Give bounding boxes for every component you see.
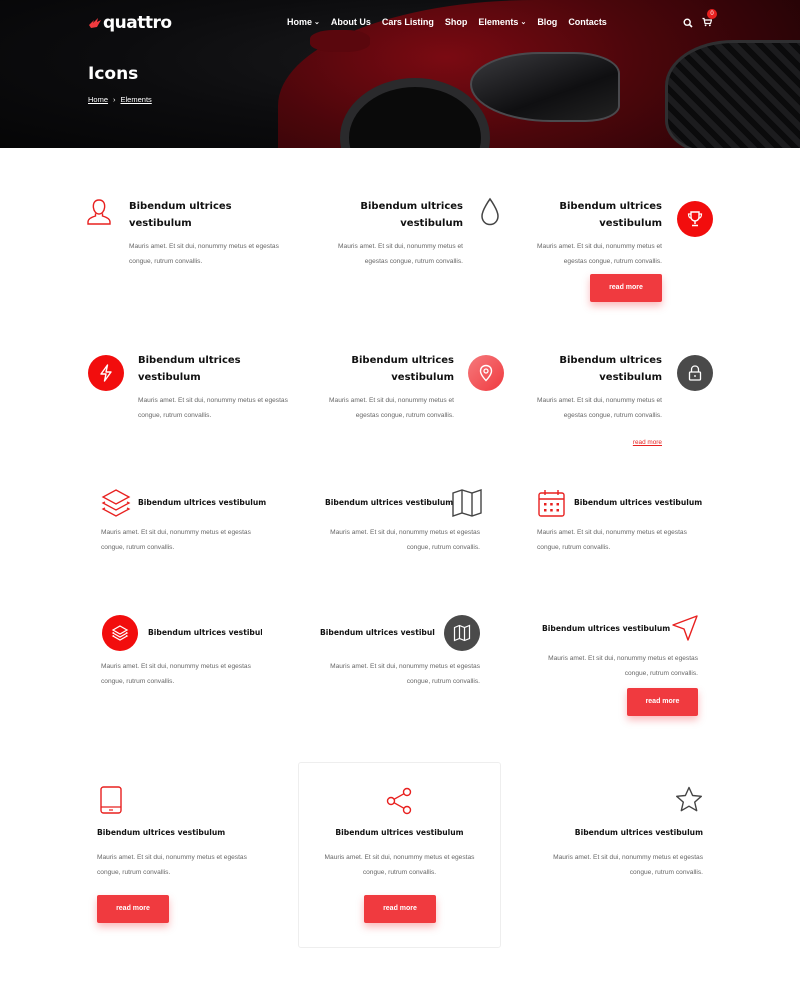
nav-item-contacts[interactable]: Contacts [568,17,607,27]
read-more-button[interactable]: read more [627,688,698,716]
lightning-icon-circle [88,355,124,391]
box-description: Mauris amet. Et sit dui, nonummy metus e… [329,397,454,419]
icon-box-lock: Bibendum ultrices vestibulum Mauris amet… [522,352,662,449]
box-title: Bibendum ultrices vestibulum [335,828,464,837]
trophy-icon-circle [677,201,713,237]
nav-item-shop[interactable]: Shop [445,17,468,27]
box-title: Bibendum ultrices vestibulum [129,201,232,229]
chevron-right-icon: › [113,95,116,104]
chevron-down-icon: ⌄ [520,19,527,26]
read-more-button[interactable]: read more [97,895,169,923]
tablet-icon [100,786,122,814]
box-title: Bibendum ultrices vestibulum [320,628,435,637]
box-description: Mauris amet. Et sit dui, nonummy metus e… [138,397,288,419]
box-description: Mauris amet. Et sit dui, nonummy metus e… [101,663,251,685]
box-title: Bibendum ultrices vestibulum [574,828,703,837]
read-more-button[interactable]: read more [364,895,436,923]
lightning-icon [100,364,112,382]
icon-box-user: Bibendum ultrices vestibulum Mauris amet… [129,198,279,269]
box-title: Bibendum ultrices vestibulum [148,628,262,637]
flame-icon [89,18,101,28]
box-description: Mauris amet. Et sit dui, nonummy metus e… [537,397,662,419]
breadcrumb-elements-link[interactable]: Elements [121,95,152,104]
layers-icon [111,625,129,641]
box-title: Bibendum ultrices vestibulum [574,498,703,507]
logo-text: quattro [103,13,172,33]
icon-box-drop: Bibendum ultrices vestibulum Mauris amet… [323,198,463,269]
star-icon [676,786,702,812]
box-description: Mauris amet. Et sit dui, nonummy metus e… [330,663,480,685]
icon-box-trophy: Bibendum ultrices vestibulum Mauris amet… [522,198,662,269]
box-description: Mauris amet. Et sit dui, nonummy metus e… [324,854,475,876]
hero-banner: quattro Home ⌄ About Us Cars Listing Shop… [0,0,800,148]
location-pin-icon [479,364,493,382]
chevron-down-icon: ⌄ [314,19,320,26]
box-description: Mauris amet. Et sit dui, nonummy metus e… [537,243,662,265]
page-title: Icons [88,64,139,84]
box-title: Bibendum ultrices vestibulum [559,201,662,229]
box-title-clip: Bibendum ultrices vestibulum [148,627,262,639]
box-description: Mauris amet. Et sit dui, nonummy metus e… [548,655,698,677]
box-title: Bibendum ultrices vestibulum [325,498,454,507]
nav-item-blog[interactable]: Blog [537,17,557,27]
box-description: Mauris amet. Et sit dui, nonummy metus e… [338,243,463,265]
read-more-button[interactable]: read more [590,274,662,302]
share-icon [386,787,412,815]
drop-icon [481,197,499,226]
box-title: Bibendum ultrices vestibulum [138,498,267,507]
cart-button[interactable]: 0 [702,9,717,32]
layers-icon [101,489,131,517]
box-title: Bibendum ultrices vestibulum [351,355,454,383]
box-description: Mauris amet. Et sit dui, nonummy metus e… [101,529,251,551]
layers-icon-circle [102,615,138,651]
user-icon [87,199,111,225]
breadcrumb: Home › Elements [88,95,152,104]
trophy-icon [687,211,703,227]
car-mirror-shape [310,30,370,52]
location-pin-icon-circle [468,355,504,391]
box-title: Bibendum ultrices vestibulum [542,624,671,633]
cart-count-badge: 0 [707,9,717,19]
map-icon-circle [444,615,480,651]
box-title: Bibendum ultrices vestibulum [138,355,241,383]
calendar-icon [538,490,565,517]
nav-item-cars-listing[interactable]: Cars Listing [382,17,434,27]
box-description: Mauris amet. Et sit dui, nonummy metus e… [129,243,279,265]
nav-item-home[interactable]: Home ⌄ [287,17,320,27]
box-title: Bibendum ultrices vestibulum [97,828,226,837]
box-description: Mauris amet. Et sit dui, nonummy metus e… [537,529,687,551]
lock-icon-circle [677,355,713,391]
header-actions: 0 [683,9,717,32]
box-description: Mauris amet. Et sit dui, nonummy metus e… [553,854,703,876]
main-nav: Home ⌄ About Us Cars Listing Shop Element… [287,17,607,27]
site-logo[interactable]: quattro [88,13,172,33]
map-icon [453,624,471,642]
search-icon[interactable] [683,18,693,28]
box-description: Mauris amet. Et sit dui, nonummy metus e… [330,529,480,551]
nav-item-elements[interactable]: Elements ⌄ [478,17,526,27]
nav-item-about-us[interactable]: About Us [331,17,371,27]
icon-box-location: Bibendum ultrices vestibulum Mauris amet… [314,352,454,423]
read-more-link[interactable]: read more [633,439,662,446]
lock-icon [688,365,702,381]
navigation-arrow-icon [672,615,698,641]
car-grille-shape [665,40,800,148]
icon-box-lightning: Bibendum ultrices vestibulum Mauris amet… [138,352,288,423]
box-title: Bibendum ultrices vestibulum [360,201,463,229]
box-title: Bibendum ultrices vestibulum [559,355,662,383]
breadcrumb-home-link[interactable]: Home [88,95,108,104]
box-description: Mauris amet. Et sit dui, nonummy metus e… [97,854,247,876]
box-title-clip: Bibendum ultrices vestibulum [320,627,435,639]
map-icon [452,489,482,517]
